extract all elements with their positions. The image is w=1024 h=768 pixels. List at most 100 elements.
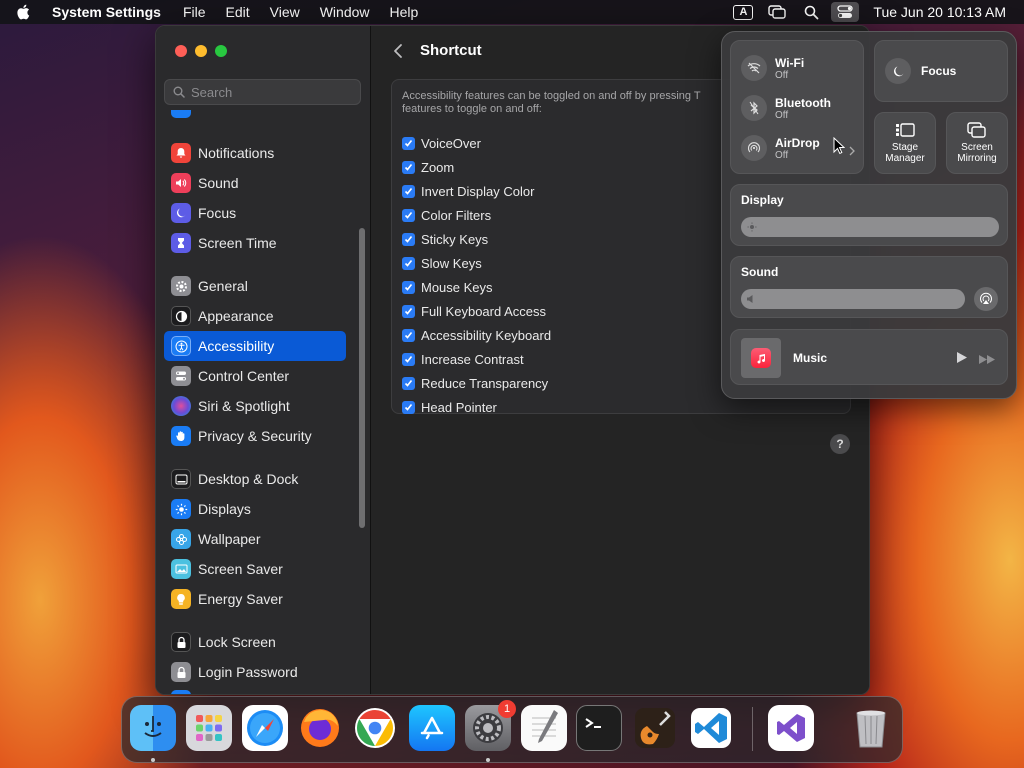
menu-window[interactable]: Window [320, 4, 370, 20]
display-brightness-slider[interactable] [741, 217, 999, 237]
airdrop-toggle[interactable]: AirDrop Off [741, 135, 820, 161]
screen-mirroring-label: Screen Mirroring [957, 142, 997, 164]
chrome-icon[interactable] [352, 705, 398, 751]
sidebar-item-appearance[interactable]: Appearance [164, 301, 346, 331]
wifi-status: Off [775, 69, 789, 81]
siri-icon [171, 396, 191, 416]
firefox-icon[interactable] [297, 705, 343, 751]
control-center-panel: Wi-Fi Off Bluetooth Off AirDrop Off Focus S… [721, 31, 1017, 399]
music-app-icon[interactable] [741, 338, 781, 378]
checkmark-icon [402, 160, 415, 174]
menu-edit[interactable]: Edit [226, 4, 250, 20]
checkmark-icon [402, 304, 415, 318]
vscode-icon[interactable] [688, 705, 734, 751]
sidebar-item-control-center[interactable]: Control Center [164, 361, 346, 391]
chevron-right-icon[interactable] [849, 143, 855, 161]
checkbox-full-keyboard-access[interactable]: Full Keyboard Access [402, 299, 551, 323]
sidebar-scrollbar[interactable] [359, 228, 365, 528]
checkmark-icon [402, 328, 415, 342]
sound-volume-slider[interactable] [741, 289, 965, 309]
sidebar-item-general[interactable]: General [164, 271, 346, 301]
close-window-button[interactable] [175, 45, 187, 57]
sidebar-item-label: Screen Saver [198, 561, 283, 577]
help-button[interactable]: ? [830, 434, 850, 454]
zoom-window-button[interactable] [215, 45, 227, 57]
checkbox-voiceover[interactable]: VoiceOver [402, 131, 551, 155]
sidebar-item-notifications[interactable]: Notifications [164, 138, 346, 168]
airplay-audio-icon[interactable] [974, 287, 998, 311]
sidebar-item-screen-saver[interactable]: Screen Saver [164, 554, 346, 584]
app-store-icon[interactable] [409, 705, 455, 751]
menu-help[interactable]: Help [390, 4, 419, 20]
garageband-icon[interactable] [632, 705, 678, 751]
wifi-label: Wi-Fi [775, 55, 805, 70]
sidebar-item-privacy-security[interactable]: Privacy & Security [164, 421, 346, 451]
spotlight-search-icon[interactable] [797, 0, 825, 24]
minimize-window-button[interactable] [195, 45, 207, 57]
launchpad-icon[interactable] [186, 705, 232, 751]
textedit-icon[interactable] [521, 705, 567, 751]
visual-studio-icon[interactable] [768, 705, 814, 751]
sidebar-item-desktop-dock[interactable]: Desktop & Dock [164, 464, 346, 494]
sidebar-item-wallpaper[interactable]: Wallpaper [164, 524, 346, 554]
finder-icon[interactable] [130, 705, 176, 751]
checkbox-sticky-keys[interactable]: Sticky Keys [402, 227, 551, 251]
checkbox-accessibility-keyboard[interactable]: Accessibility Keyboard [402, 323, 551, 347]
checkbox-zoom[interactable]: Zoom [402, 155, 551, 179]
checkbox-invert-display-color[interactable]: Invert Display Color [402, 179, 551, 203]
sidebar-item-energy-saver[interactable]: Energy Saver [164, 584, 346, 614]
input-source-icon[interactable]: A [729, 0, 757, 24]
fast-forward-icon[interactable] [978, 352, 996, 370]
checkmark-icon [402, 280, 415, 294]
checkbox-slow-keys[interactable]: Slow Keys [402, 251, 551, 275]
sun-icon [171, 499, 191, 519]
menu-bar: System Settings File Edit View Window He… [0, 0, 1024, 24]
sidebar-item-sound[interactable]: Sound [164, 168, 346, 198]
system-settings-icon[interactable]: 1 [465, 700, 516, 751]
menubar-clock[interactable]: Tue Jun 20 10:13 AM [873, 4, 1006, 20]
menu-file[interactable]: File [183, 4, 206, 20]
wifi-toggle[interactable]: Wi-Fi Off [741, 55, 804, 81]
checkmark-icon [402, 208, 415, 222]
safari-icon[interactable] [242, 705, 288, 751]
checkbox-color-filters[interactable]: Color Filters [402, 203, 551, 227]
sidebar-item-screen-time[interactable]: Screen Time [164, 228, 346, 258]
screen-mirroring-icon[interactable] [763, 0, 791, 24]
bluetooth-off-icon [741, 95, 767, 121]
checkbox-mouse-keys[interactable]: Mouse Keys [402, 275, 551, 299]
screen-mirroring-tile[interactable]: Screen Mirroring [946, 112, 1008, 174]
stage-manager-label: Stage Manager [885, 142, 925, 164]
app-menu-title[interactable]: System Settings [52, 4, 161, 20]
checkbox-increase-contrast[interactable]: Increase Contrast [402, 347, 551, 371]
sidebar-item-focus[interactable]: Focus [164, 198, 346, 228]
sidebar-item-siri-spotlight[interactable]: Siri & Spotlight [164, 391, 346, 421]
sidebar-item-accessibility[interactable]: Accessibility [164, 331, 346, 361]
back-button[interactable] [393, 43, 403, 64]
sidebar-item-label: Lock Screen [198, 634, 276, 650]
sidebar-item-login-password[interactable]: Login Password [164, 657, 346, 687]
trash-icon[interactable] [848, 705, 894, 751]
sidebar-item-displays[interactable]: Displays [164, 494, 346, 524]
sound-tile: Sound [730, 256, 1008, 318]
sidebar-list: Notifications Sound Focus Screen Time Ge… [164, 138, 346, 687]
menu-view[interactable]: View [270, 4, 300, 20]
stage-manager-tile[interactable]: Stage Manager [874, 112, 936, 174]
checkbox-head-pointer[interactable]: Head Pointer [402, 395, 551, 419]
terminal-icon[interactable] [576, 705, 622, 751]
control-center-icon[interactable] [831, 2, 860, 22]
dock: 1 [121, 696, 903, 763]
search-input[interactable]: Search [164, 79, 361, 105]
focus-tile[interactable]: Focus [874, 40, 1008, 102]
checkbox-reduce-transparency[interactable]: Reduce Transparency [402, 371, 551, 395]
sidebar-item-lock-screen[interactable]: Lock Screen [164, 627, 346, 657]
checkbox-label: Full Keyboard Access [421, 303, 547, 319]
password-icon [171, 662, 191, 682]
bluetooth-toggle[interactable]: Bluetooth Off [741, 95, 831, 121]
display-label: Display [741, 193, 784, 207]
play-icon[interactable] [956, 351, 968, 369]
sidebar-item-label: Focus [198, 205, 237, 221]
bluetooth-status: Off [775, 109, 789, 121]
partial-sidebar-icon [171, 690, 191, 694]
apple-icon[interactable] [16, 4, 40, 20]
sidebar-item-label: Wallpaper [198, 531, 261, 547]
